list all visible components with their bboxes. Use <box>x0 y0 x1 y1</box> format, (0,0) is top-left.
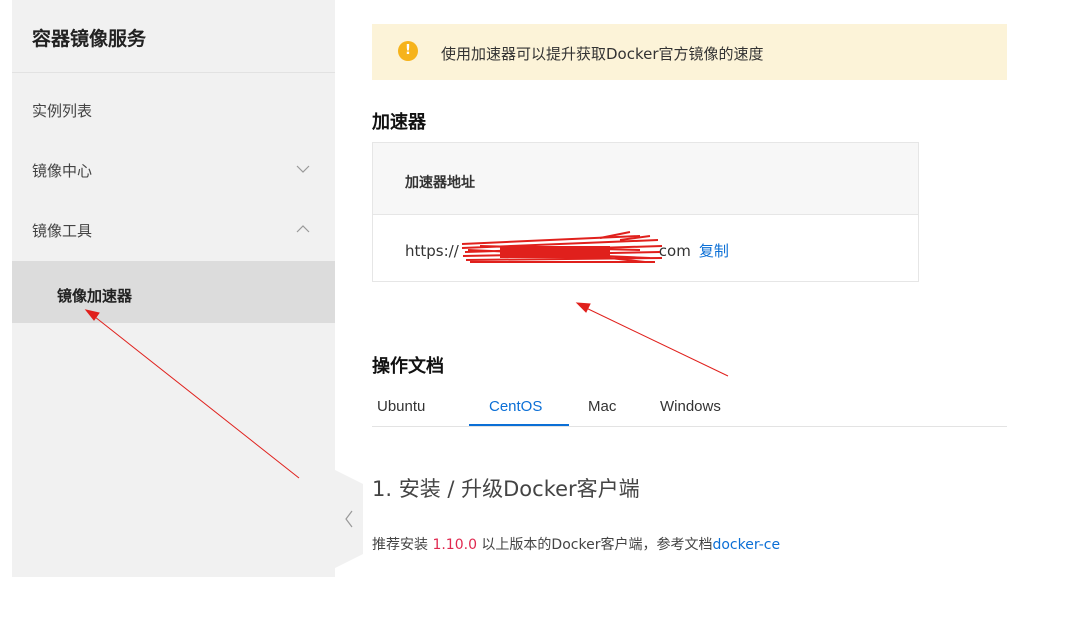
sidebar: 容器镜像服务 实例列表 镜像中心 镜像工具 镜像加速器 <box>12 0 335 577</box>
sidebar-item-label: 镜像工具 <box>32 222 93 240</box>
accelerator-panel: 加速器地址 https:// com 复制 <box>372 142 919 282</box>
sidebar-item-instances[interactable]: 实例列表 <box>12 81 335 141</box>
docker-ce-link[interactable]: docker-ce <box>712 537 780 553</box>
step1-title: 1. 安装 / 升级Docker客户端 <box>372 477 640 501</box>
sidebar-item-image-accelerator[interactable]: 镜像加速器 <box>12 261 335 323</box>
active-tab-indicator <box>469 424 569 426</box>
notice-text: 使用加速器可以提升获取Docker官方镜像的速度 <box>441 45 764 63</box>
sidebar-item-image-center[interactable]: 镜像中心 <box>12 141 335 201</box>
copy-button[interactable]: 复制 <box>699 242 729 260</box>
sidebar-item-label: 镜像中心 <box>32 162 93 180</box>
sidebar-subitem-label: 镜像加速器 <box>57 287 133 305</box>
tab-ubuntu[interactable]: Ubuntu <box>377 398 425 415</box>
sidebar-item-label: 实例列表 <box>32 102 93 120</box>
step1-middle: 以上版本的Docker客户端，参考文档 <box>476 537 713 553</box>
warning-icon: ! <box>398 41 418 61</box>
step1-description: 推荐安装 1.10.0 以上版本的Docker客户端，参考文档docker-ce <box>372 534 780 554</box>
sidebar-item-image-tools[interactable]: 镜像工具 <box>12 201 335 261</box>
sidebar-divider <box>12 72 335 73</box>
step1-prefix: 推荐安装 <box>372 537 433 553</box>
annotation-arrow-url <box>575 302 729 377</box>
notice-banner: ! 使用加速器可以提升获取Docker官方镜像的速度 <box>372 24 1007 80</box>
accelerator-url-suffix: com <box>658 242 691 260</box>
docs-heading: 操作文档 <box>372 356 444 377</box>
tab-centos[interactable]: CentOS <box>489 398 542 415</box>
chevron-up-icon[interactable] <box>295 221 311 237</box>
sidebar-title: 容器镜像服务 <box>32 28 147 50</box>
tab-windows[interactable]: Windows <box>660 398 721 415</box>
accelerator-heading: 加速器 <box>372 112 426 133</box>
chevron-down-icon[interactable] <box>295 161 311 177</box>
collapse-sidebar-button[interactable] <box>335 470 363 568</box>
accelerator-url-prefix: https:// <box>405 242 459 260</box>
step1-version: 1.10.0 <box>432 537 477 553</box>
accelerator-url-row: https:// com 复制 <box>405 240 729 261</box>
accelerator-table-header: 加速器地址 <box>373 143 918 215</box>
accelerator-address-header: 加速器地址 <box>405 175 475 191</box>
docs-tabs: Ubuntu CentOS Mac Windows <box>372 393 1007 427</box>
tab-mac[interactable]: Mac <box>588 398 616 415</box>
